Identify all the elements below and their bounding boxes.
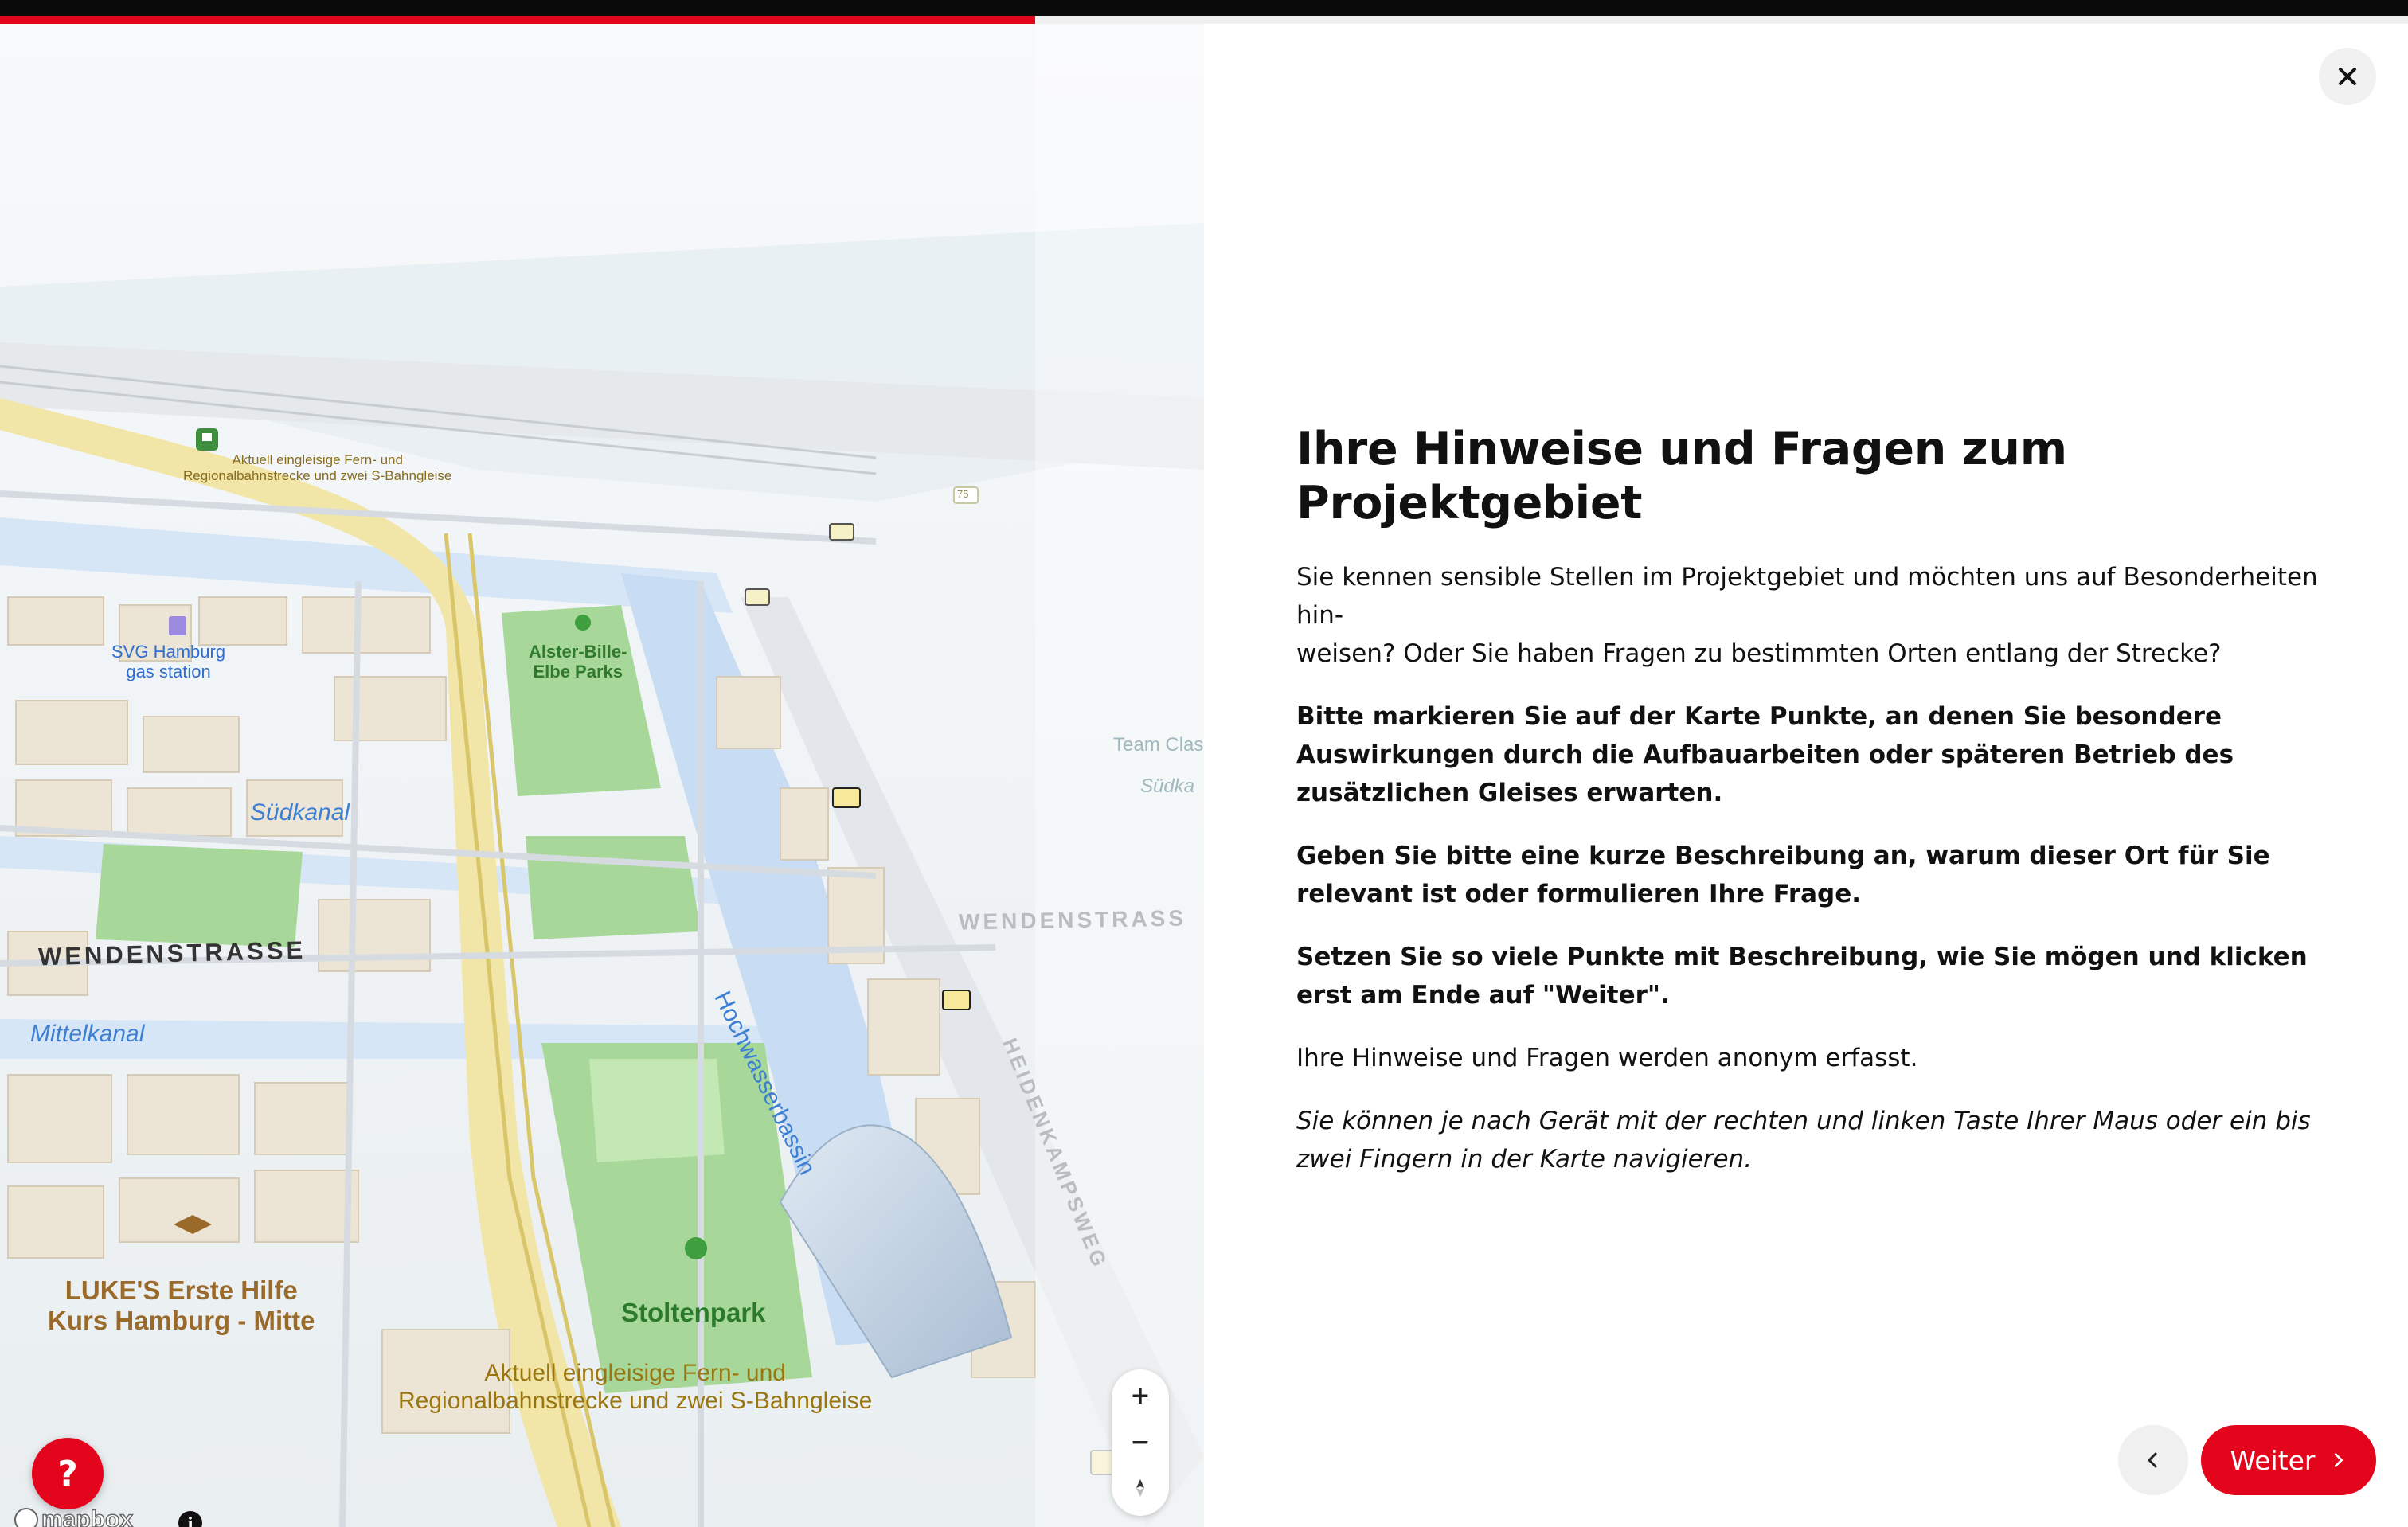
page-title: Ihre Hinweise und Fragen zum Projektgebi… — [1296, 423, 2067, 530]
zoom-out-button[interactable]: − — [1112, 1419, 1169, 1465]
map-view[interactable]: Aktuell eingleisige Fern- und Regionalba… — [0, 24, 1204, 1527]
map-label-rail-top: Aktuell eingleisige Fern- und Regionalba… — [183, 452, 452, 483]
progress-fill — [0, 16, 1036, 24]
next-button[interactable]: Weiter — [2201, 1425, 2376, 1495]
map-label-wendenstrass-faint: WENDENSTRASS — [958, 905, 1187, 935]
map-label-team: Team Clas — [1113, 734, 1204, 756]
map-label-mittelkanal: Mittelkanal — [30, 1021, 145, 1047]
park-tree-icon-large — [685, 1237, 707, 1259]
map-label-lukes: LUKE'S Erste Hilfe Kurs Hamburg - Mitte — [48, 1275, 315, 1335]
navigation-hint: Sie können je nach Gerät mit der rechten… — [1296, 1106, 2311, 1174]
map-navigation-control: + − — [1112, 1369, 1169, 1516]
compass-button[interactable] — [1112, 1465, 1169, 1511]
panel-content: Ihre Hinweise und Fragen zum Projektgebi… — [1296, 422, 2324, 1203]
mapbox-logo-text: mapbox — [41, 1506, 134, 1527]
park-tree-icon — [575, 615, 591, 631]
gas-station-icon — [169, 616, 186, 635]
compass-icon — [1136, 1479, 1144, 1497]
next-button-label: Weiter — [2230, 1444, 2316, 1476]
map-label-stoltenpark: Stoltenpark — [621, 1298, 766, 1327]
mapbox-logo[interactable]: mapbox — [14, 1506, 134, 1527]
progress-bar — [0, 16, 2408, 24]
map-label-alster-park: Alster-Bille- Elbe Parks — [529, 642, 627, 682]
instruction-mark-points: Bitte markieren Sie auf der Karte Punkte… — [1296, 701, 2234, 807]
intro-paragraph: Sie kennen sensible Stellen im Projektge… — [1296, 562, 2318, 668]
close-button[interactable] — [2319, 48, 2376, 105]
map-label-suedka-faint: Südka — [1140, 775, 1195, 797]
anonymity-note: Ihre Hinweise und Fragen werden anonym e… — [1296, 1043, 1918, 1072]
instruction-description: Geben Sie bitte eine kurze Beschreibung … — [1296, 841, 2270, 908]
zoom-in-button[interactable]: + — [1112, 1373, 1169, 1419]
chevron-right-icon — [2335, 1453, 2344, 1467]
map-label-suedkanal: Südkanal — [250, 799, 350, 826]
close-icon — [2339, 68, 2356, 85]
route-badge-75: 75 — [957, 488, 969, 500]
instruction-continue: Setzen Sie so viele Punkte mit Beschreib… — [1296, 942, 2308, 1010]
top-bar — [0, 0, 2408, 16]
back-button[interactable] — [2118, 1425, 2188, 1495]
help-button[interactable]: ? — [32, 1438, 104, 1509]
map-label-gas-station: SVG Hamburg gas station — [111, 642, 226, 682]
map-label-rail-bottom: Aktuell eingleisige Fern- und Regionalba… — [398, 1360, 873, 1414]
chevron-left-icon — [2148, 1452, 2157, 1468]
mapbox-logo-icon — [14, 1508, 38, 1527]
